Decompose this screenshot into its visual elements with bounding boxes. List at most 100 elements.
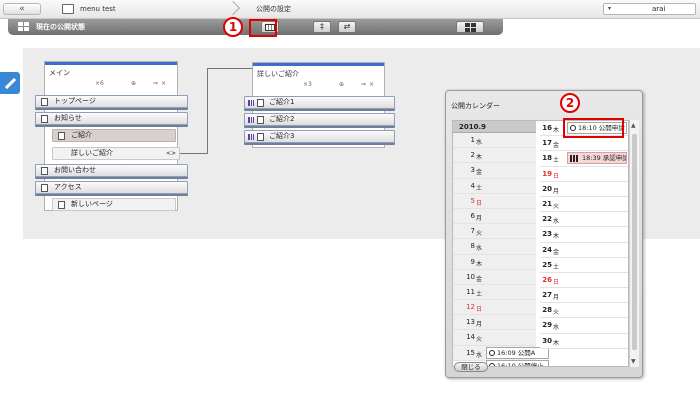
day-weekday: 水	[476, 351, 483, 359]
calendar-event[interactable]: 18:39 承認申請	[567, 152, 627, 165]
calendar-day[interactable]: 2木	[453, 148, 536, 164]
day-number: 12	[466, 303, 475, 312]
calendar-month: 2010.9	[453, 121, 536, 133]
calendar-day[interactable]: 3金	[453, 163, 536, 179]
tree-node[interactable]: アクセス	[35, 181, 188, 194]
calendar-day[interactable]: 19 日	[540, 166, 628, 182]
tree-node-selected[interactable]: ご紹介	[52, 129, 176, 142]
align-button[interactable]: ‡	[313, 21, 331, 33]
tree-node[interactable]: お問い合わせ	[35, 164, 188, 177]
calendar-day[interactable]: 28 火	[540, 303, 628, 319]
page-icon	[41, 98, 48, 106]
day-number: 3	[470, 166, 475, 175]
day-number: 5	[470, 196, 475, 205]
user-select[interactable]: ▾ arai	[603, 3, 696, 15]
menu-selector[interactable]: menu test	[62, 3, 116, 15]
tree-node[interactable]: ご紹介3	[244, 130, 395, 143]
day-weekday: 木	[476, 154, 483, 162]
node-label: 新しいページ	[71, 200, 113, 208]
breadcrumb-current: 公開の設定	[256, 5, 291, 13]
tree-connector	[207, 68, 253, 69]
scroll-thumb[interactable]	[632, 134, 637, 350]
calendar-day[interactable]: 8水	[453, 239, 536, 255]
tree-header-bar	[253, 63, 384, 66]
day-number: 29	[542, 321, 552, 330]
calendar-column-2: 16 木 18:10 公開申請 17 金 18 土 18:39 承認申請 19 日 20 月 21 火 22…	[540, 121, 628, 349]
calendar-day[interactable]: 9木	[453, 254, 536, 270]
day-number: 13	[466, 318, 475, 327]
day-weekday: 火	[476, 336, 483, 344]
calendar-day[interactable]: 24 金	[540, 242, 628, 258]
calendar-event[interactable]: 16:10 公開停止	[486, 359, 549, 366]
scroll-down-icon[interactable]: ▼	[631, 358, 636, 365]
toolbar-title: 現在の公開状態	[36, 23, 85, 31]
move-icon[interactable]: ⇒	[153, 80, 158, 87]
day-weekday: 金	[553, 248, 560, 256]
node-label: 詳しいご紹介	[71, 149, 113, 157]
calendar-day[interactable]: 22 水	[540, 212, 628, 228]
calendar-day[interactable]: 13 月	[453, 315, 536, 331]
move-icon[interactable]: ⇒	[361, 81, 366, 88]
day-number: 9	[470, 257, 475, 266]
layout-button[interactable]	[456, 21, 484, 33]
day-weekday: 水	[553, 218, 560, 226]
calendar-day[interactable]: 14 火	[453, 330, 536, 346]
user-name: arai	[652, 5, 666, 13]
day-number: 30	[542, 336, 552, 345]
calendar-scrollbar[interactable]: ▲ ▼	[629, 120, 639, 367]
day-number: 24	[542, 245, 552, 254]
tree-node[interactable]: ご紹介1	[244, 96, 395, 109]
calendar-day[interactable]: 27 月	[540, 288, 628, 304]
node-label: ご紹介3	[269, 132, 295, 140]
calendar-day[interactable]: 20 月	[540, 181, 628, 197]
calendar-day[interactable]: 17 金	[540, 136, 628, 152]
scroll-up-icon[interactable]: ▲	[631, 122, 636, 129]
day-number: 1	[470, 136, 475, 144]
calendar-day[interactable]: 5日	[453, 193, 536, 209]
node-label: お問い合わせ	[54, 166, 96, 174]
day-number: 10	[466, 272, 475, 281]
day-number: 20	[542, 184, 552, 193]
tree-node[interactable]: 新しいページ	[52, 198, 176, 211]
day-number: 6	[470, 211, 475, 220]
calendar-day[interactable]: 18 土 18:39 承認申請	[540, 151, 628, 167]
page-icon	[41, 167, 48, 175]
tree-node[interactable]: ご紹介2	[244, 113, 395, 126]
calendar-day[interactable]: 4土	[453, 178, 536, 194]
tree-node[interactable]: トップページ	[35, 95, 188, 108]
calendar-day[interactable]: 30 木	[540, 333, 628, 349]
calendar-day[interactable]: 15 水 16:09 公開A 16:10 公開停止	[453, 345, 549, 366]
day-number: 19	[542, 169, 552, 178]
status-bars-icon	[248, 117, 254, 123]
day-weekday: 水	[553, 324, 560, 332]
day-number: 8	[470, 242, 475, 251]
page-icon	[58, 132, 65, 140]
calendar-day[interactable]: 26 日	[540, 272, 628, 289]
day-number: 17	[542, 139, 552, 148]
node-label: ご紹介1	[269, 98, 295, 106]
back-button[interactable]: «	[3, 3, 41, 15]
calendar-day[interactable]: 7火	[453, 224, 536, 240]
pencil-icon[interactable]	[0, 72, 20, 94]
swap-button[interactable]: ⇄	[338, 21, 356, 33]
calendar-day[interactable]: 21 火	[540, 196, 628, 213]
publish-icon	[489, 362, 495, 366]
calendar-day[interactable]: 29 水	[540, 318, 628, 334]
close-button[interactable]: 閉じる	[454, 362, 488, 372]
calendar-day[interactable]: 11 土	[453, 284, 536, 301]
day-weekday: 火	[553, 202, 560, 210]
calendar-day[interactable]: 10 金	[453, 269, 536, 285]
calendar-day[interactable]: 12 日	[453, 300, 536, 316]
day-weekday: 土	[476, 184, 483, 192]
day-weekday: 日	[476, 199, 483, 207]
add-icon[interactable]: ⊕	[339, 81, 344, 88]
tree-view-icon	[18, 22, 30, 31]
calendar-day[interactable]: 6月	[453, 208, 536, 225]
tree-node-link[interactable]: 詳しいご紹介 <>	[52, 147, 180, 160]
calendar-day[interactable]: 25 土	[540, 257, 628, 273]
publish-icon	[489, 349, 495, 356]
add-icon[interactable]: ⊕	[131, 80, 136, 87]
calendar-day[interactable]: 23 木	[540, 227, 628, 243]
calendar-day[interactable]: 1水	[453, 133, 536, 149]
tree-node[interactable]: お知らせ	[35, 112, 188, 125]
